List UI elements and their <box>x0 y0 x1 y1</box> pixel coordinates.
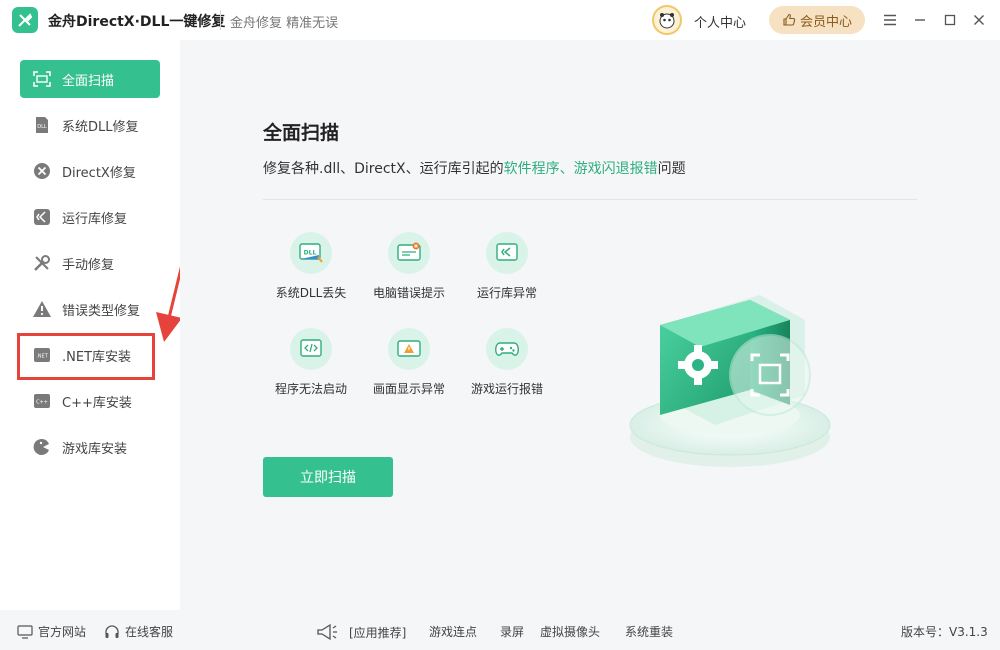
display-error-icon <box>388 328 430 370</box>
divider <box>263 199 917 200</box>
avatar[interactable] <box>652 5 682 35</box>
sidebar-item-runtime-repair[interactable]: 运行库修复 <box>20 198 160 236</box>
member-center-label: 会员中心 <box>799 14 852 30</box>
warning-icon <box>32 299 52 319</box>
sidebar-item-label: 游戏库安装 <box>62 441 128 457</box>
sidebar-item-label: 手动修复 <box>62 257 115 273</box>
highlight-box <box>17 333 155 380</box>
official-site-label: 官方网站 <box>38 625 87 639</box>
app-recommend: [应用推荐] <box>316 623 406 641</box>
sidebar-item-label: 运行库修复 <box>62 211 128 227</box>
scan-now-button[interactable]: 立即扫描 <box>263 457 393 497</box>
footer-link-virtual-camera[interactable]: 虚拟摄像头 <box>540 623 600 640</box>
page-title: 全面扫描 <box>263 122 340 144</box>
online-service-link[interactable]: 在线客服 <box>104 623 173 640</box>
footer-bar: 官方网站 在线客服 [应用推荐] 游戏连点 录屏 虚拟摄像头 系统重装 版本号：… <box>0 610 1000 650</box>
online-service-label: 在线客服 <box>125 625 174 639</box>
close-icon[interactable] <box>970 11 988 29</box>
dll-missing-icon: DLL <box>290 232 332 274</box>
sidebar-item-full-scan[interactable]: 全面扫描 <box>20 60 160 98</box>
feature-program-fail: 程序无法启动 <box>261 328 361 397</box>
megaphone-icon <box>317 623 337 641</box>
svg-text:C++: C++ <box>36 400 48 406</box>
error-prompt-icon <box>388 232 430 274</box>
feature-display-error: 画面显示异常 <box>359 328 459 397</box>
cpp-icon: C++ <box>32 391 52 411</box>
description-suffix: 问题 <box>657 161 686 177</box>
minimize-icon[interactable] <box>911 11 929 29</box>
sidebar-item-error-type-repair[interactable]: 错误类型修复 <box>20 290 160 328</box>
game-icon <box>32 437 52 457</box>
sidebar-item-game-library-install[interactable]: 游戏库安装 <box>20 428 160 466</box>
sidebar-item-directx-repair[interactable]: DirectX修复 <box>20 152 160 190</box>
svg-text:DLL: DLL <box>37 124 47 130</box>
feature-runtime-error: 运行库异常 <box>457 232 557 301</box>
app-recommend-label: [应用推荐] <box>349 625 407 640</box>
feature-label: 系统DLL丢失 <box>275 286 347 300</box>
member-center-button[interactable]: 会员中心 <box>769 6 865 34</box>
scan-icon <box>32 69 52 89</box>
title-divider <box>220 10 221 30</box>
app-subtitle: 金舟修复 精准无误 <box>230 16 339 31</box>
thumb-up-icon <box>783 13 796 26</box>
headset-icon <box>105 624 119 638</box>
title-bar: 金舟DirectX·DLL一键修复 金舟修复 精准无误 个人中心 会员中心 <box>0 0 1000 40</box>
svg-text:DLL: DLL <box>304 250 317 257</box>
runtime-icon <box>32 207 52 227</box>
monitor-icon <box>17 624 33 639</box>
feature-label: 画面显示异常 <box>372 382 445 396</box>
directx-icon <box>32 161 52 181</box>
footer-link-auto-clicker[interactable]: 游戏连点 <box>429 623 477 640</box>
sidebar-item-label: C++库安装 <box>62 395 132 411</box>
footer-link-system-reinstall[interactable]: 系统重装 <box>625 623 673 640</box>
description-prefix: 修复各种.dll、DirectX、运行库引起的 <box>263 161 504 177</box>
feature-dll-missing: DLL 系统DLL丢失 <box>261 232 361 301</box>
app-title: 金舟DirectX·DLL一键修复 <box>48 14 226 30</box>
feature-label: 游戏运行报错 <box>470 382 543 396</box>
feature-label: 程序无法启动 <box>274 382 347 396</box>
version-label: 版本号：V3.1.3 <box>901 625 988 639</box>
feature-game-error: 游戏运行报错 <box>457 328 557 397</box>
maximize-icon[interactable] <box>941 11 959 29</box>
sidebar-item-cpp-install[interactable]: C++ C++库安装 <box>20 382 160 420</box>
sidebar-item-label: 系统DLL修复 <box>62 119 139 135</box>
sidebar-item-label: 全面扫描 <box>62 73 115 89</box>
official-site-link[interactable]: 官方网站 <box>17 623 86 640</box>
page-description: 修复各种.dll、DirectX、运行库引起的软件程序、游戏闪退报错问题 <box>263 158 686 178</box>
dll-icon: DLL <box>32 115 52 135</box>
main-panel: 全面扫描 修复各种.dll、DirectX、运行库引起的软件程序、游戏闪退报错问… <box>180 40 1000 610</box>
sidebar-item-manual-repair[interactable]: 手动修复 <box>20 244 160 282</box>
app-logo-icon <box>12 7 38 33</box>
personal-center-link[interactable]: 个人中心 <box>694 12 746 31</box>
sidebar-item-label: 错误类型修复 <box>62 303 141 319</box>
feature-label: 电脑错误提示 <box>372 286 445 300</box>
sidebar-item-label: DirectX修复 <box>62 165 136 181</box>
gamepad-icon <box>486 328 528 370</box>
sidebar-item-dll-repair[interactable]: DLL 系统DLL修复 <box>20 106 160 144</box>
scan-illustration <box>629 295 831 467</box>
footer-link-screen-record[interactable]: 录屏 <box>500 623 524 640</box>
feature-error-prompt: 电脑错误提示 <box>359 232 459 301</box>
wrench-icon <box>32 253 52 273</box>
runtime-error-icon <box>486 232 528 274</box>
program-fail-icon <box>290 328 332 370</box>
menu-icon[interactable] <box>881 11 899 29</box>
feature-label: 运行库异常 <box>476 286 537 300</box>
description-highlight: 软件程序、游戏闪退报错 <box>503 161 658 177</box>
